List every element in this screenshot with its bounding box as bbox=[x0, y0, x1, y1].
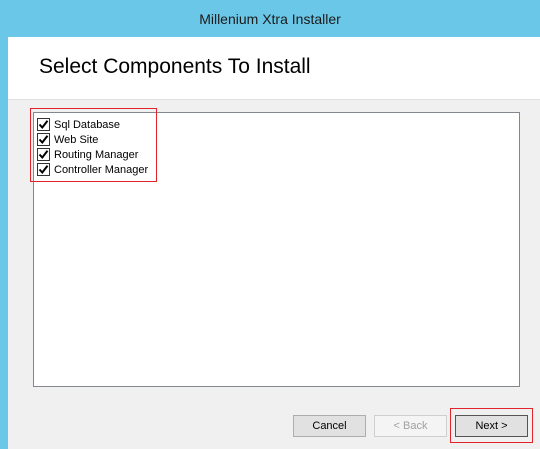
checkbox-sql-database[interactable] bbox=[37, 118, 50, 131]
header-panel: Select Components To Install bbox=[8, 37, 540, 100]
component-item-routing-manager[interactable]: Routing Manager bbox=[37, 147, 138, 162]
checkbox-controller-manager[interactable] bbox=[37, 163, 50, 176]
checkmark-icon bbox=[38, 135, 49, 145]
checkbox-routing-manager[interactable] bbox=[37, 148, 50, 161]
component-item-web-site[interactable]: Web Site bbox=[37, 132, 98, 147]
back-button[interactable]: < Back bbox=[374, 415, 447, 437]
components-checklist[interactable]: Sql Database Web Site Routing Manager Co… bbox=[33, 112, 520, 387]
component-label: Routing Manager bbox=[54, 148, 139, 161]
component-item-sql-database[interactable]: Sql Database bbox=[37, 117, 120, 132]
installer-window: Millenium Xtra Installer Select Componen… bbox=[0, 0, 540, 449]
checkmark-icon bbox=[38, 150, 49, 160]
cancel-button[interactable]: Cancel bbox=[293, 415, 366, 437]
page-title: Select Components To Install bbox=[39, 55, 311, 78]
checkbox-web-site[interactable] bbox=[37, 133, 50, 146]
checkmark-icon bbox=[38, 165, 49, 175]
title-bar[interactable]: Millenium Xtra Installer bbox=[0, 0, 540, 37]
window-title: Millenium Xtra Installer bbox=[199, 10, 341, 27]
next-button[interactable]: Next > bbox=[455, 415, 528, 437]
component-label: Sql Database bbox=[54, 118, 121, 131]
component-label: Controller Manager bbox=[54, 163, 149, 176]
component-label: Web Site bbox=[54, 133, 99, 146]
window-client-area: Select Components To Install Sql Databas… bbox=[8, 37, 540, 449]
component-item-controller-manager[interactable]: Controller Manager bbox=[37, 162, 148, 177]
checkmark-icon bbox=[38, 120, 49, 130]
